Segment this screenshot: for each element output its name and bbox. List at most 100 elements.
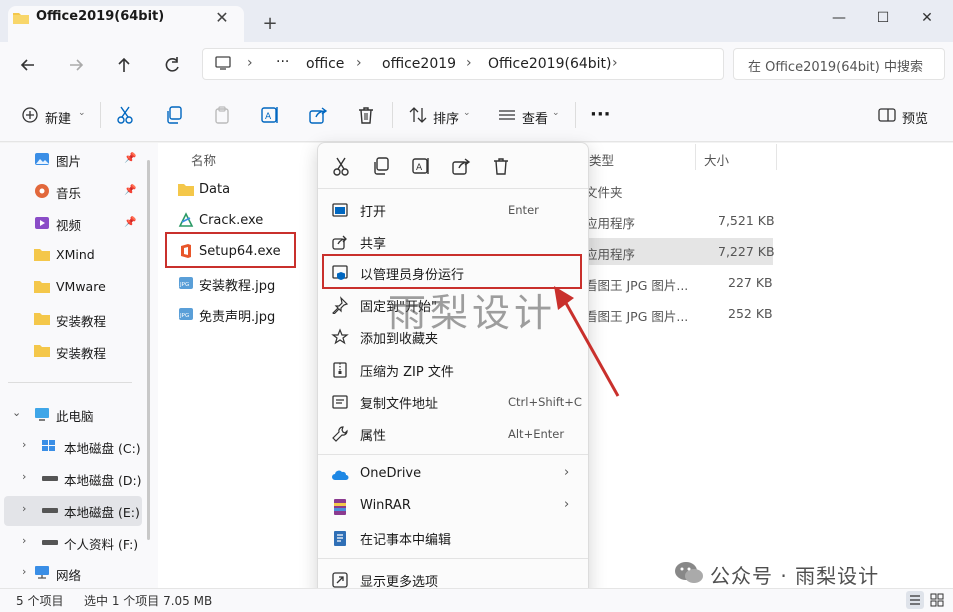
preview-button[interactable]: 预览 [902, 108, 928, 127]
menu-item-edit-in-notepad[interactable]: 在记事本中编辑 [360, 529, 451, 548]
sidebar-label: 安装教程 [56, 346, 107, 361]
menu-item-winrar[interactable]: WinRAR [360, 498, 411, 513]
drive-icon [42, 508, 58, 514]
folder-icon [34, 279, 50, 293]
videos-icon [34, 215, 50, 231]
file-size: 227 KB [728, 275, 773, 290]
file-name[interactable]: 安装教程.jpg [199, 275, 275, 294]
minimize-button[interactable]: — [824, 6, 854, 30]
status-item-count: 5 个项目 [16, 594, 64, 608]
chevron-right-icon[interactable]: › [22, 470, 26, 483]
watermark-text: 雨梨设计 [388, 291, 557, 335]
menu-item-share[interactable]: 共享 [360, 233, 386, 252]
cut-icon[interactable] [328, 153, 354, 179]
forward-arrow-icon[interactable] [62, 52, 90, 78]
tiles-view-icon[interactable] [928, 591, 946, 609]
zip-icon [331, 361, 349, 379]
sort-icon[interactable] [407, 104, 429, 126]
sort-button[interactable]: 排序 [433, 108, 459, 127]
tab-close-icon[interactable]: ✕ [212, 8, 232, 28]
menu-item-open[interactable]: 打开 [360, 201, 386, 220]
sidebar-label: 本地磁盘 (E:) [64, 505, 140, 520]
file-name[interactable]: 免责声明.jpg [199, 306, 275, 325]
folder-icon [34, 311, 50, 325]
rename-icon[interactable]: A [259, 104, 281, 126]
sidebar-label: 此电脑 [56, 409, 94, 424]
sidebar-label: 本地磁盘 (C:) [64, 441, 141, 456]
menu-item-copy-path[interactable]: 复制文件地址 [360, 393, 438, 412]
new-plus-icon[interactable] [20, 104, 42, 126]
chevron-right-icon[interactable]: › [22, 534, 26, 547]
file-type: 文件夹 [585, 185, 623, 200]
pin-icon[interactable]: 📌 [124, 185, 136, 196]
breadcrumb-ellipsis[interactable]: ··· [276, 54, 289, 70]
chevron-right-icon[interactable]: › [22, 502, 26, 515]
chevron-right-icon[interactable]: › [22, 565, 26, 578]
new-tab-button[interactable]: + [258, 12, 282, 36]
divider [392, 102, 393, 128]
annotation-arrow [548, 284, 628, 404]
folder-icon [34, 247, 50, 261]
drive-icon [42, 476, 58, 482]
chevron-down-icon[interactable]: ⌄ [463, 108, 471, 118]
sidebar-label: 安装教程 [56, 314, 107, 329]
maximize-button[interactable]: ☐ [868, 6, 898, 30]
sidebar-label: 本地磁盘 (D:) [64, 473, 142, 488]
back-arrow-icon[interactable] [14, 52, 42, 78]
delete-icon[interactable] [355, 104, 377, 126]
status-selection: 选中 1 个项目 7.05 MB [84, 594, 213, 608]
cut-icon[interactable] [114, 104, 136, 126]
menu-item-properties[interactable]: 属性 [360, 425, 386, 444]
folder-icon [34, 343, 50, 357]
breadcrumb-office2019-64bit[interactable]: Office2019(64bit) [488, 56, 612, 72]
details-view-icon[interactable] [906, 591, 924, 609]
share-icon[interactable] [448, 153, 474, 179]
file-name[interactable]: Data [199, 182, 230, 197]
column-header-size[interactable]: 大小 [704, 150, 729, 169]
wrench-icon [331, 425, 349, 443]
divider [318, 454, 588, 455]
view-button[interactable]: 查看 [522, 108, 548, 127]
crack-exe-icon [178, 212, 194, 228]
new-button[interactable]: 新建 [45, 108, 71, 127]
pin-icon[interactable]: 📌 [124, 217, 136, 228]
watermark-text: 公众号 · 雨梨设计 [710, 564, 880, 588]
breadcrumb-office[interactable]: office [306, 56, 344, 72]
sidebar-scrollbar[interactable] [147, 160, 150, 540]
menu-item-onedrive[interactable]: OneDrive [360, 466, 421, 481]
chevron-down-icon[interactable]: ⌄ [78, 108, 86, 118]
close-window-button[interactable]: ✕ [912, 6, 942, 30]
paste-icon[interactable] [211, 104, 233, 126]
copy-icon[interactable] [163, 104, 185, 126]
up-arrow-icon[interactable] [110, 52, 138, 78]
column-header-name[interactable]: 名称 [191, 150, 216, 169]
chevron-down-icon[interactable]: ⌄ [552, 108, 560, 118]
rename-icon[interactable]: A [408, 153, 434, 179]
chevron-right-icon: › [564, 465, 570, 480]
divider [318, 558, 588, 559]
copy-icon[interactable] [368, 153, 394, 179]
highlight-box [165, 232, 296, 268]
pictures-icon [34, 151, 50, 167]
breadcrumb-office2019[interactable]: office2019 [382, 56, 456, 72]
more-options-button[interactable]: ··· [590, 104, 611, 125]
sidebar-label: VMware [56, 279, 106, 294]
view-icon[interactable] [496, 104, 518, 126]
sidebar-label: 图片 [56, 154, 82, 169]
chevron-right-icon[interactable]: › [22, 438, 26, 451]
shortcut-label: Enter [508, 203, 539, 217]
refresh-icon[interactable] [158, 52, 186, 78]
chevron-down-icon[interactable]: ⌄ [12, 406, 21, 419]
wechat-icon [674, 560, 704, 586]
share-icon[interactable] [307, 104, 329, 126]
network-icon [34, 565, 50, 579]
preview-pane-icon[interactable] [876, 104, 898, 126]
delete-icon[interactable] [488, 153, 514, 179]
file-name[interactable]: Crack.exe [199, 213, 263, 228]
column-header-type[interactable]: 类型 [589, 150, 614, 169]
search-input[interactable]: 在 Office2019(64bit) 中搜索 [748, 56, 923, 75]
windows-drive-icon [42, 440, 58, 452]
file-type: 应用程序 [585, 247, 636, 262]
menu-item-compress-zip[interactable]: 压缩为 ZIP 文件 [360, 361, 454, 380]
pin-icon[interactable]: 📌 [124, 153, 136, 164]
